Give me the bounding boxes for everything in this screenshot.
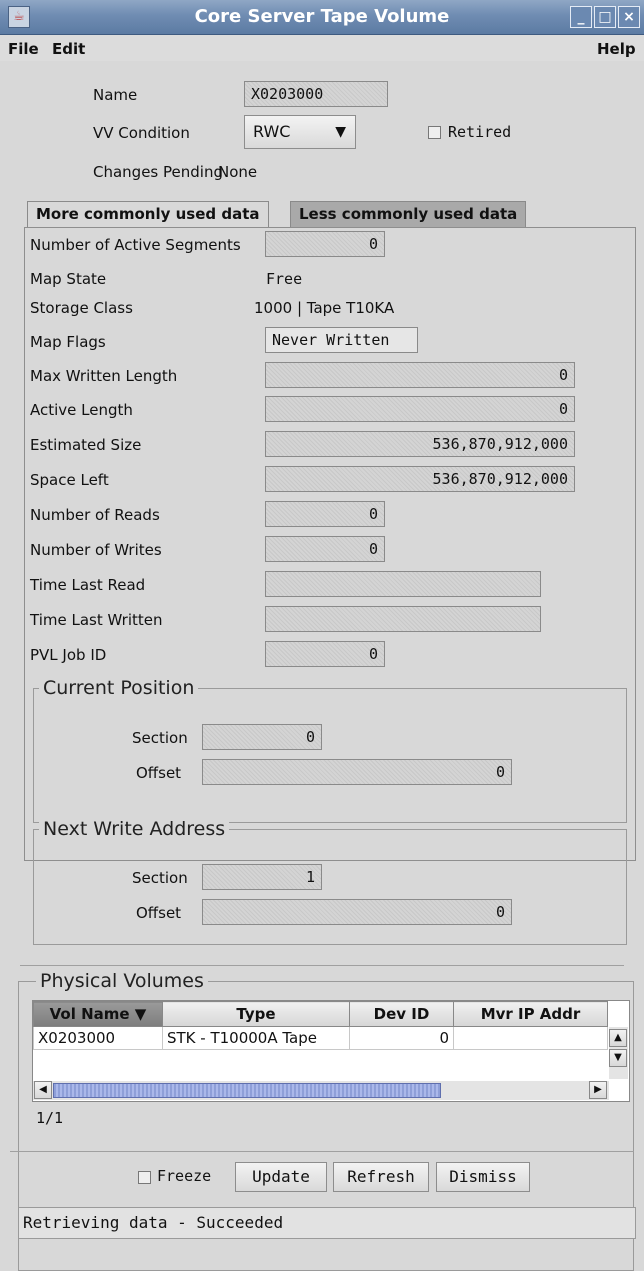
storage-class-label: Storage Class	[30, 299, 133, 317]
active-segments-label: Number of Active Segments	[30, 236, 241, 254]
next-write-address-group	[33, 829, 627, 945]
menu-file[interactable]: File	[8, 40, 39, 58]
scroll-right-icon[interactable]: ▶	[589, 1081, 607, 1099]
table-row[interactable]: X0203000 STK - T10000A Tape 0	[33, 1026, 608, 1050]
scroll-left-icon[interactable]: ◀	[34, 1081, 52, 1099]
close-icon[interactable]: ×	[618, 6, 640, 28]
max-written-length-field[interactable]: 0	[265, 362, 575, 388]
cell-vol-name[interactable]: X0203000	[33, 1026, 163, 1050]
menu-help[interactable]: Help	[597, 40, 636, 58]
current-position-group	[33, 688, 627, 823]
active-length-field[interactable]: 0	[265, 396, 575, 422]
space-left-field[interactable]: 536,870,912,000	[265, 466, 575, 492]
current-position-title: Current Position	[39, 677, 199, 699]
active-length-label: Active Length	[30, 401, 133, 419]
freeze-label: Freeze	[157, 1167, 212, 1185]
cell-dev-id[interactable]: 0	[349, 1026, 454, 1050]
horizontal-scrollbar[interactable]: ◀ ▶	[33, 1081, 609, 1100]
vv-condition-label: VV Condition	[93, 124, 190, 142]
retired-checkbox[interactable]	[428, 126, 441, 139]
next-write-address-title: Next Write Address	[39, 818, 230, 840]
vv-condition-dropdown[interactable]: RWC ▼	[244, 115, 356, 149]
chevron-down-icon: ▼	[335, 124, 346, 140]
minimize-icon[interactable]: _	[570, 6, 592, 28]
record-count: 1/1	[36, 1109, 64, 1127]
current-offset-field[interactable]: 0	[202, 759, 512, 785]
retired-label: Retired	[448, 123, 512, 141]
changes-pending-label: Changes Pending	[93, 163, 223, 181]
time-last-written-label: Time Last Written	[30, 611, 163, 629]
current-section-field[interactable]: 0	[202, 724, 322, 750]
maximize-icon[interactable]: □	[594, 6, 616, 28]
pvl-job-id-field[interactable]: 0	[265, 641, 385, 667]
name-field[interactable]: X0203000	[244, 81, 388, 107]
storage-class-value: 1000 | Tape T10KA	[254, 299, 395, 317]
cell-type[interactable]: STK - T10000A Tape	[162, 1026, 350, 1050]
divider-bottom	[10, 1151, 634, 1152]
scrollbar-thumb[interactable]	[53, 1083, 441, 1098]
map-state-label: Map State	[30, 270, 107, 288]
title-bar[interactable]: ☕ Core Server Tape Volume _ □ ×	[0, 0, 644, 35]
menu-bar: File Edit Help	[0, 35, 644, 61]
update-button[interactable]: Update	[235, 1162, 327, 1192]
menu-edit[interactable]: Edit	[52, 40, 85, 58]
next-section-field[interactable]: 1	[202, 864, 322, 890]
max-written-length-label: Max Written Length	[30, 367, 178, 385]
name-label: Name	[93, 86, 138, 104]
pvl-job-id-label: PVL Job ID	[30, 646, 107, 664]
next-offset-label: Offset	[136, 904, 182, 922]
divider	[20, 965, 624, 966]
refresh-button[interactable]: Refresh	[333, 1162, 429, 1192]
time-last-written-field[interactable]	[265, 606, 541, 632]
map-state-value: Free	[266, 270, 303, 288]
number-of-reads-field[interactable]: 0	[265, 501, 385, 527]
map-flags-label: Map Flags	[30, 333, 106, 351]
space-left-label: Space Left	[30, 471, 109, 489]
column-header-type[interactable]: Type	[162, 1001, 350, 1027]
physical-volumes-table-viewport: Vol Name ▼ Type Dev ID Mvr IP Addr X0203…	[32, 1000, 630, 1102]
vv-condition-value: RWC	[253, 122, 291, 141]
number-of-writes-field[interactable]: 0	[265, 536, 385, 562]
status-bar: Retrieving data - Succeeded	[18, 1207, 636, 1239]
tab-less-common[interactable]: Less commonly used data	[290, 201, 527, 227]
next-section-label: Section	[132, 869, 188, 887]
changes-pending-value: None	[218, 163, 258, 181]
number-of-writes-label: Number of Writes	[30, 541, 162, 559]
window-title: Core Server Tape Volume	[194, 6, 450, 27]
scroll-up-icon[interactable]: ▲	[609, 1029, 627, 1047]
estimated-size-label: Estimated Size	[30, 436, 142, 454]
estimated-size-field[interactable]: 536,870,912,000	[265, 431, 575, 457]
active-segments-field[interactable]: 0	[265, 231, 385, 257]
cell-mvr-ip-addr[interactable]	[453, 1026, 608, 1050]
physical-volumes-title: Physical Volumes	[36, 970, 208, 992]
column-header-vol-name[interactable]: Vol Name ▼	[33, 1001, 163, 1027]
dismiss-button[interactable]: Dismiss	[436, 1162, 530, 1192]
time-last-read-label: Time Last Read	[30, 576, 146, 594]
current-section-label: Section	[132, 729, 188, 747]
physical-volumes-table: Vol Name ▼ Type Dev ID Mvr IP Addr X0203…	[33, 1001, 608, 1050]
column-header-mvr-ip-addr[interactable]: Mvr IP Addr	[453, 1001, 608, 1027]
time-last-read-field[interactable]	[265, 571, 541, 597]
map-flags-field[interactable]: Never Written	[265, 327, 418, 353]
number-of-reads-label: Number of Reads	[30, 506, 160, 524]
vertical-scrollbar[interactable]: ▲ ▼	[609, 1027, 628, 1079]
next-offset-field[interactable]: 0	[202, 899, 512, 925]
column-header-dev-id[interactable]: Dev ID	[349, 1001, 454, 1027]
scroll-down-icon[interactable]: ▼	[609, 1049, 627, 1067]
freeze-checkbox[interactable]	[138, 1171, 151, 1184]
current-offset-label: Offset	[136, 764, 182, 782]
tab-more-common[interactable]: More commonly used data	[27, 201, 269, 228]
